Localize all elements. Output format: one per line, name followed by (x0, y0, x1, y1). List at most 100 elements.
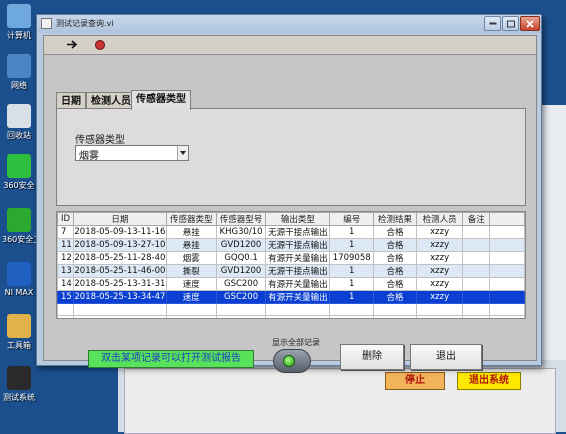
desktop-icon[interactable]: 回收站 (2, 104, 36, 141)
cell-blank (489, 264, 525, 278)
cell-empty (72, 303, 167, 316)
cell-blank (489, 238, 525, 252)
table-row-empty[interactable] (57, 315, 525, 318)
ni-max-icon (7, 262, 31, 286)
stop-button[interactable]: 停止 (385, 372, 445, 390)
cell-empty (72, 315, 167, 318)
cell-date: 2018-05-09-13-27-10 (72, 238, 167, 252)
maximize-icon (506, 20, 515, 27)
cell-empty (489, 303, 525, 316)
column-header-date: 日期 (72, 212, 167, 226)
cell-remark (462, 251, 491, 265)
cell-result: 合格 (373, 238, 417, 252)
cell-empty (415, 315, 464, 318)
close-button[interactable] (520, 16, 540, 31)
cell-result: 合格 (373, 264, 417, 278)
table-row-selected[interactable]: 15 2018-05-25-13-34-47 速度 GSC200 有源开关量输出 1 合格 x… (57, 290, 525, 304)
minimize-button[interactable] (484, 16, 501, 31)
cell-empty (462, 303, 491, 316)
cell-id: 15 (57, 290, 74, 304)
desktop-icon[interactable]: 360安全卫士 (2, 208, 49, 245)
table-row[interactable]: 13 2018-05-25-11-46-00 撕裂 GVD1200 无源干接点输出 1 合格… (57, 264, 525, 278)
column-header-remark: 备注 (462, 212, 491, 226)
desktop-icon[interactable]: 计算机 (2, 4, 36, 41)
cell-sensor-type: 速度 (165, 290, 217, 304)
cell-id: 13 (57, 264, 74, 278)
cell-output-type: 无源干接点输出 (265, 225, 331, 239)
column-header-serial: 编号 (329, 212, 375, 226)
cell-empty (215, 315, 267, 318)
desktop-icon-label: NI MAX (4, 288, 34, 297)
window-title: 测试记录查询.vi (56, 19, 114, 28)
tab-sensor-type[interactable]: 传感器类型 (131, 90, 191, 110)
combo-dropdown-button[interactable] (177, 146, 188, 160)
table-row-empty[interactable] (57, 303, 525, 316)
cell-id: 11 (57, 238, 74, 252)
tab-inspector[interactable]: 检测人员 (86, 92, 136, 109)
records-table[interactable]: ID 日期 传感器类型 传感器型号 输出类型 编号 检测结果 检测人员 备注 7… (56, 211, 526, 319)
table-row[interactable]: 7 2018-05-09-13-11-16 悬挂 KHG30/10 无源干接点输出 1 合格… (57, 225, 525, 239)
cell-sensor-type: 悬挂 (165, 225, 217, 239)
app-icon (7, 366, 31, 390)
query-window: 测试记录查询.vi 日期 检测人员 传感器类型 传感器类型 烟雾 ID 日期 传… (36, 14, 542, 373)
sensor-type-combo[interactable]: 烟雾 (75, 145, 189, 162)
cell-inspector: xzzy (415, 290, 464, 304)
table-row[interactable]: 12 2018-05-25-11-28-40 烟雾 GQQ0.1 有源开关量输出 1709… (57, 251, 525, 265)
cell-date: 2018-05-25-13-31-31 (72, 277, 167, 291)
maximize-button[interactable] (502, 16, 519, 31)
cell-blank (489, 251, 525, 265)
title-bar[interactable]: 测试记录查询.vi (37, 15, 541, 33)
cell-inspector: xzzy (415, 277, 464, 291)
show-all-toggle[interactable] (273, 349, 311, 373)
delete-button[interactable]: 删除 (340, 344, 404, 370)
cell-id: 14 (57, 277, 74, 291)
cell-date: 2018-05-25-11-46-00 (72, 264, 167, 278)
desktop-icon-label: 计算机 (7, 31, 31, 40)
cell-empty (462, 315, 491, 318)
exit-button[interactable]: 退出 (410, 344, 482, 370)
cell-result: 合格 (373, 225, 417, 239)
column-header-result: 检测结果 (373, 212, 417, 226)
run-button[interactable] (66, 39, 80, 53)
cell-sensor-model: GQQ0.1 (215, 251, 267, 265)
exit-system-button[interactable]: 退出系统 (457, 372, 521, 390)
sensor-type-panel: 传感器类型 烟雾 (56, 108, 526, 206)
cell-remark (462, 290, 491, 304)
cell-serial: 1 (329, 238, 375, 252)
desktop-icon[interactable]: 工具箱 (2, 314, 36, 351)
cell-result: 合格 (373, 290, 417, 304)
cell-sensor-type: 悬挂 (165, 238, 217, 252)
cell-sensor-type: 烟雾 (165, 251, 217, 265)
close-icon (526, 19, 534, 28)
run-arrow-icon (67, 40, 78, 49)
desktop-icon[interactable]: 360安全 (2, 154, 36, 191)
computer-icon (7, 4, 31, 28)
cell-empty (329, 315, 375, 318)
cell-inspector: xzzy (415, 251, 464, 265)
desktop-icon[interactable]: 测试系统 (2, 366, 36, 403)
table-row[interactable]: 14 2018-05-25-13-31-31 速度 GSC200 有源开关量输出 1 合格 x… (57, 277, 525, 291)
cell-output-type: 有源开关量输出 (265, 277, 331, 291)
cell-empty (329, 303, 375, 316)
cell-remark (462, 264, 491, 278)
desktop-icon[interactable]: NI MAX (2, 262, 36, 297)
recycle-bin-icon (7, 104, 31, 128)
shield-icon (7, 154, 31, 178)
window-app-icon (41, 18, 52, 29)
toggle-led-icon (283, 355, 295, 367)
cell-blank (489, 225, 525, 239)
cell-remark (462, 238, 491, 252)
column-header-id: ID (57, 212, 74, 226)
cell-sensor-model: GVD1200 (215, 264, 267, 278)
desktop-icon-label: 回收站 (7, 131, 31, 140)
cell-sensor-model: GSC200 (215, 277, 267, 291)
cell-blank (489, 290, 525, 304)
desktop-icon-label: 网络 (11, 81, 27, 90)
cell-date: 2018-05-25-11-28-40 (72, 251, 167, 265)
abort-button[interactable] (94, 39, 106, 54)
cell-date: 2018-05-09-13-11-16 (72, 225, 167, 239)
cell-empty (57, 303, 74, 316)
table-row[interactable]: 11 2018-05-09-13-27-10 悬挂 GVD1200 无源干接点输出 1 合格… (57, 238, 525, 252)
tab-date[interactable]: 日期 (56, 92, 86, 109)
desktop-icon[interactable]: 网络 (2, 54, 36, 91)
